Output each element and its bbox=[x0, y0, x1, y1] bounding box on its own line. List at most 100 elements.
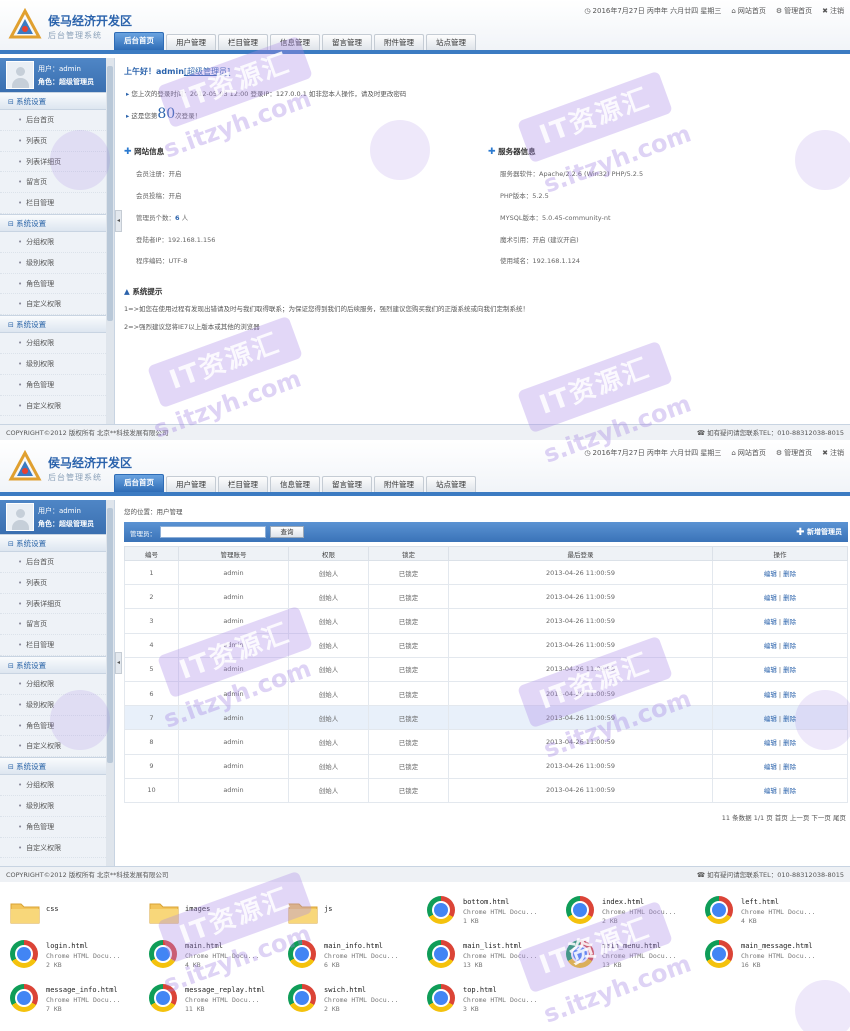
file-item[interactable]: main_list.html Chrome HTML Docu... 13 KB bbox=[423, 936, 559, 976]
file-item[interactable]: main_menu.html Chrome HTML Docu... 13 KB bbox=[562, 936, 698, 976]
sidebar-item-roles-2[interactable]: 角色管理 bbox=[0, 375, 114, 396]
admin-home-link[interactable]: ⚙ 管理首页 bbox=[776, 6, 812, 16]
edit-link[interactable]: 编辑 bbox=[764, 715, 777, 723]
tab-users[interactable]: 用户管理 bbox=[166, 34, 216, 50]
delete-link[interactable]: 删除 bbox=[783, 739, 796, 747]
folder-item[interactable]: images bbox=[145, 892, 281, 932]
sidebar-item-group-perm-2[interactable]: 分组权限 bbox=[0, 775, 114, 796]
logout-link[interactable]: ✖ 注销 bbox=[822, 448, 844, 458]
sidebar-group-system-3[interactable]: 系统设置 bbox=[0, 315, 114, 334]
file-item[interactable]: login.html Chrome HTML Docu... 2 KB bbox=[6, 936, 142, 976]
sidebar-scrollbar[interactable] bbox=[106, 58, 114, 424]
delete-link[interactable]: 删除 bbox=[783, 594, 796, 602]
file-item[interactable]: main_message.html Chrome HTML Docu... 16 K… bbox=[701, 936, 837, 976]
scrollbar-thumb[interactable] bbox=[107, 508, 113, 763]
site-home-link[interactable]: ⌂ 网站首页 bbox=[731, 6, 765, 16]
tab-attachments[interactable]: 附件管理 bbox=[374, 34, 424, 50]
sidebar-item-group-perm-2[interactable]: 分组权限 bbox=[0, 333, 114, 354]
edit-link[interactable]: 编辑 bbox=[764, 594, 777, 602]
file-item[interactable]: left.html Chrome HTML Docu... 4 KB bbox=[701, 892, 837, 932]
sidebar-item-group-perm[interactable]: 分组权限 bbox=[0, 674, 114, 695]
tab-site[interactable]: 站点管理 bbox=[426, 476, 476, 492]
tab-messages[interactable]: 留言管理 bbox=[322, 476, 372, 492]
sidebar-item-messages[interactable]: 留言页 bbox=[0, 614, 114, 636]
file-item[interactable]: message_replay.html Chrome HTML Docu... 11… bbox=[145, 980, 281, 1020]
delete-link[interactable]: 删除 bbox=[783, 618, 796, 626]
tab-info[interactable]: 信息管理 bbox=[270, 476, 320, 492]
delete-link[interactable]: 删除 bbox=[783, 715, 796, 723]
sidebar-item-list[interactable]: 列表页 bbox=[0, 573, 114, 594]
sidebar-collapse-handle[interactable]: ◂ bbox=[115, 210, 122, 232]
sidebar-item-columns[interactable]: 栏目管理 bbox=[0, 193, 114, 214]
tab-info[interactable]: 信息管理 bbox=[270, 34, 320, 50]
file-item[interactable]: swich.html Chrome HTML Docu... 2 KB bbox=[284, 980, 420, 1020]
edit-link[interactable]: 编辑 bbox=[764, 618, 777, 626]
folder-item[interactable]: css bbox=[6, 892, 142, 932]
file-item[interactable]: index.html Chrome HTML Docu... 2 KB bbox=[562, 892, 698, 932]
edit-link[interactable]: 编辑 bbox=[764, 570, 777, 578]
tab-messages[interactable]: 留言管理 bbox=[322, 34, 372, 50]
role-link[interactable]: [超级管理员] bbox=[184, 67, 230, 76]
sidebar-collapse-handle[interactable]: ◂ bbox=[115, 652, 122, 674]
sidebar-group-system-3[interactable]: 系统设置 bbox=[0, 757, 114, 776]
sidebar-item-columns[interactable]: 栏目管理 bbox=[0, 635, 114, 656]
delete-link[interactable]: 删除 bbox=[783, 787, 796, 795]
file-item[interactable]: top.html Chrome HTML Docu... 3 KB bbox=[423, 980, 559, 1020]
admin-search-input[interactable] bbox=[160, 526, 266, 538]
pagination[interactable]: 11 条数据 1/1 页 首页 上一页 下一页 尾页 bbox=[722, 812, 846, 822]
sidebar-item-list-detail[interactable]: 列表详细页 bbox=[0, 152, 114, 173]
tab-site[interactable]: 站点管理 bbox=[426, 34, 476, 50]
delete-link[interactable]: 删除 bbox=[783, 666, 796, 674]
sidebar-item-custom-perm-2[interactable]: 自定义权限 bbox=[0, 838, 114, 859]
delete-link[interactable]: 删除 bbox=[783, 642, 796, 650]
user-role: 角色：超级管理员 bbox=[38, 78, 94, 86]
sidebar-group-system-2[interactable]: 系统设置 bbox=[0, 655, 114, 674]
file-item[interactable]: main_info.html Chrome HTML Docu... 6 KB bbox=[284, 936, 420, 976]
sidebar-item-level-perm-2[interactable]: 级别权限 bbox=[0, 796, 114, 817]
sidebar-item-messages[interactable]: 留言页 bbox=[0, 172, 114, 194]
delete-link[interactable]: 删除 bbox=[783, 570, 796, 578]
file-item[interactable]: message_info.html Chrome HTML Docu... 7 KB bbox=[6, 980, 142, 1020]
sidebar-group-system-1[interactable]: 系统设置 bbox=[0, 92, 114, 110]
scrollbar-thumb[interactable] bbox=[107, 66, 113, 321]
sidebar-group-system-1[interactable]: 系统设置 bbox=[0, 534, 114, 552]
logout-link[interactable]: ✖ 注销 bbox=[822, 6, 844, 16]
admin-home-link[interactable]: ⚙ 管理首页 bbox=[776, 448, 812, 458]
tab-columns[interactable]: 栏目管理 bbox=[218, 34, 268, 50]
edit-link[interactable]: 编辑 bbox=[764, 691, 777, 699]
sidebar-item-group-perm[interactable]: 分组权限 bbox=[0, 232, 114, 253]
tab-dashboard[interactable]: 后台首页 bbox=[114, 32, 164, 50]
sidebar-item-dashboard[interactable]: 后台首页 bbox=[0, 110, 114, 131]
delete-link[interactable]: 删除 bbox=[783, 691, 796, 699]
tab-attachments[interactable]: 附件管理 bbox=[374, 476, 424, 492]
edit-link[interactable]: 编辑 bbox=[764, 763, 777, 771]
edit-link[interactable]: 编辑 bbox=[764, 787, 777, 795]
sidebar-item-custom-perm-2[interactable]: 自定义权限 bbox=[0, 396, 114, 417]
sidebar-item-roles[interactable]: 角色管理 bbox=[0, 274, 114, 295]
sidebar-item-dashboard[interactable]: 后台首页 bbox=[0, 552, 114, 573]
sidebar-item-roles[interactable]: 角色管理 bbox=[0, 716, 114, 737]
sidebar-item-roles-2[interactable]: 角色管理 bbox=[0, 817, 114, 838]
edit-link[interactable]: 编辑 bbox=[764, 739, 777, 747]
add-admin-button[interactable]: ✚ 新增管理员 bbox=[796, 527, 842, 538]
site-home-link[interactable]: ⌂ 网站首页 bbox=[731, 448, 765, 458]
sidebar-item-level-perm[interactable]: 级别权限 bbox=[0, 253, 114, 274]
tab-users[interactable]: 用户管理 bbox=[166, 476, 216, 492]
sidebar-item-level-perm-2[interactable]: 级别权限 bbox=[0, 354, 114, 375]
sidebar-item-level-perm[interactable]: 级别权限 bbox=[0, 695, 114, 716]
sidebar-scrollbar[interactable] bbox=[106, 500, 114, 866]
sidebar-item-list[interactable]: 列表页 bbox=[0, 131, 114, 152]
tab-columns[interactable]: 栏目管理 bbox=[218, 476, 268, 492]
folder-item[interactable]: js bbox=[284, 892, 420, 932]
file-item[interactable]: bottom.html Chrome HTML Docu... 1 KB bbox=[423, 892, 559, 932]
tab-dashboard[interactable]: 后台首页 bbox=[114, 474, 164, 492]
sidebar-item-list-detail[interactable]: 列表详细页 bbox=[0, 594, 114, 615]
sidebar-item-custom-perm[interactable]: 自定义权限 bbox=[0, 294, 114, 316]
edit-link[interactable]: 编辑 bbox=[764, 666, 777, 674]
sidebar-item-custom-perm[interactable]: 自定义权限 bbox=[0, 736, 114, 758]
file-item[interactable]: main.html Chrome HTML Docu... 4 KB bbox=[145, 936, 281, 976]
search-button[interactable]: 查询 bbox=[270, 526, 304, 538]
edit-link[interactable]: 编辑 bbox=[764, 642, 777, 650]
delete-link[interactable]: 删除 bbox=[783, 763, 796, 771]
sidebar-group-system-2[interactable]: 系统设置 bbox=[0, 213, 114, 232]
